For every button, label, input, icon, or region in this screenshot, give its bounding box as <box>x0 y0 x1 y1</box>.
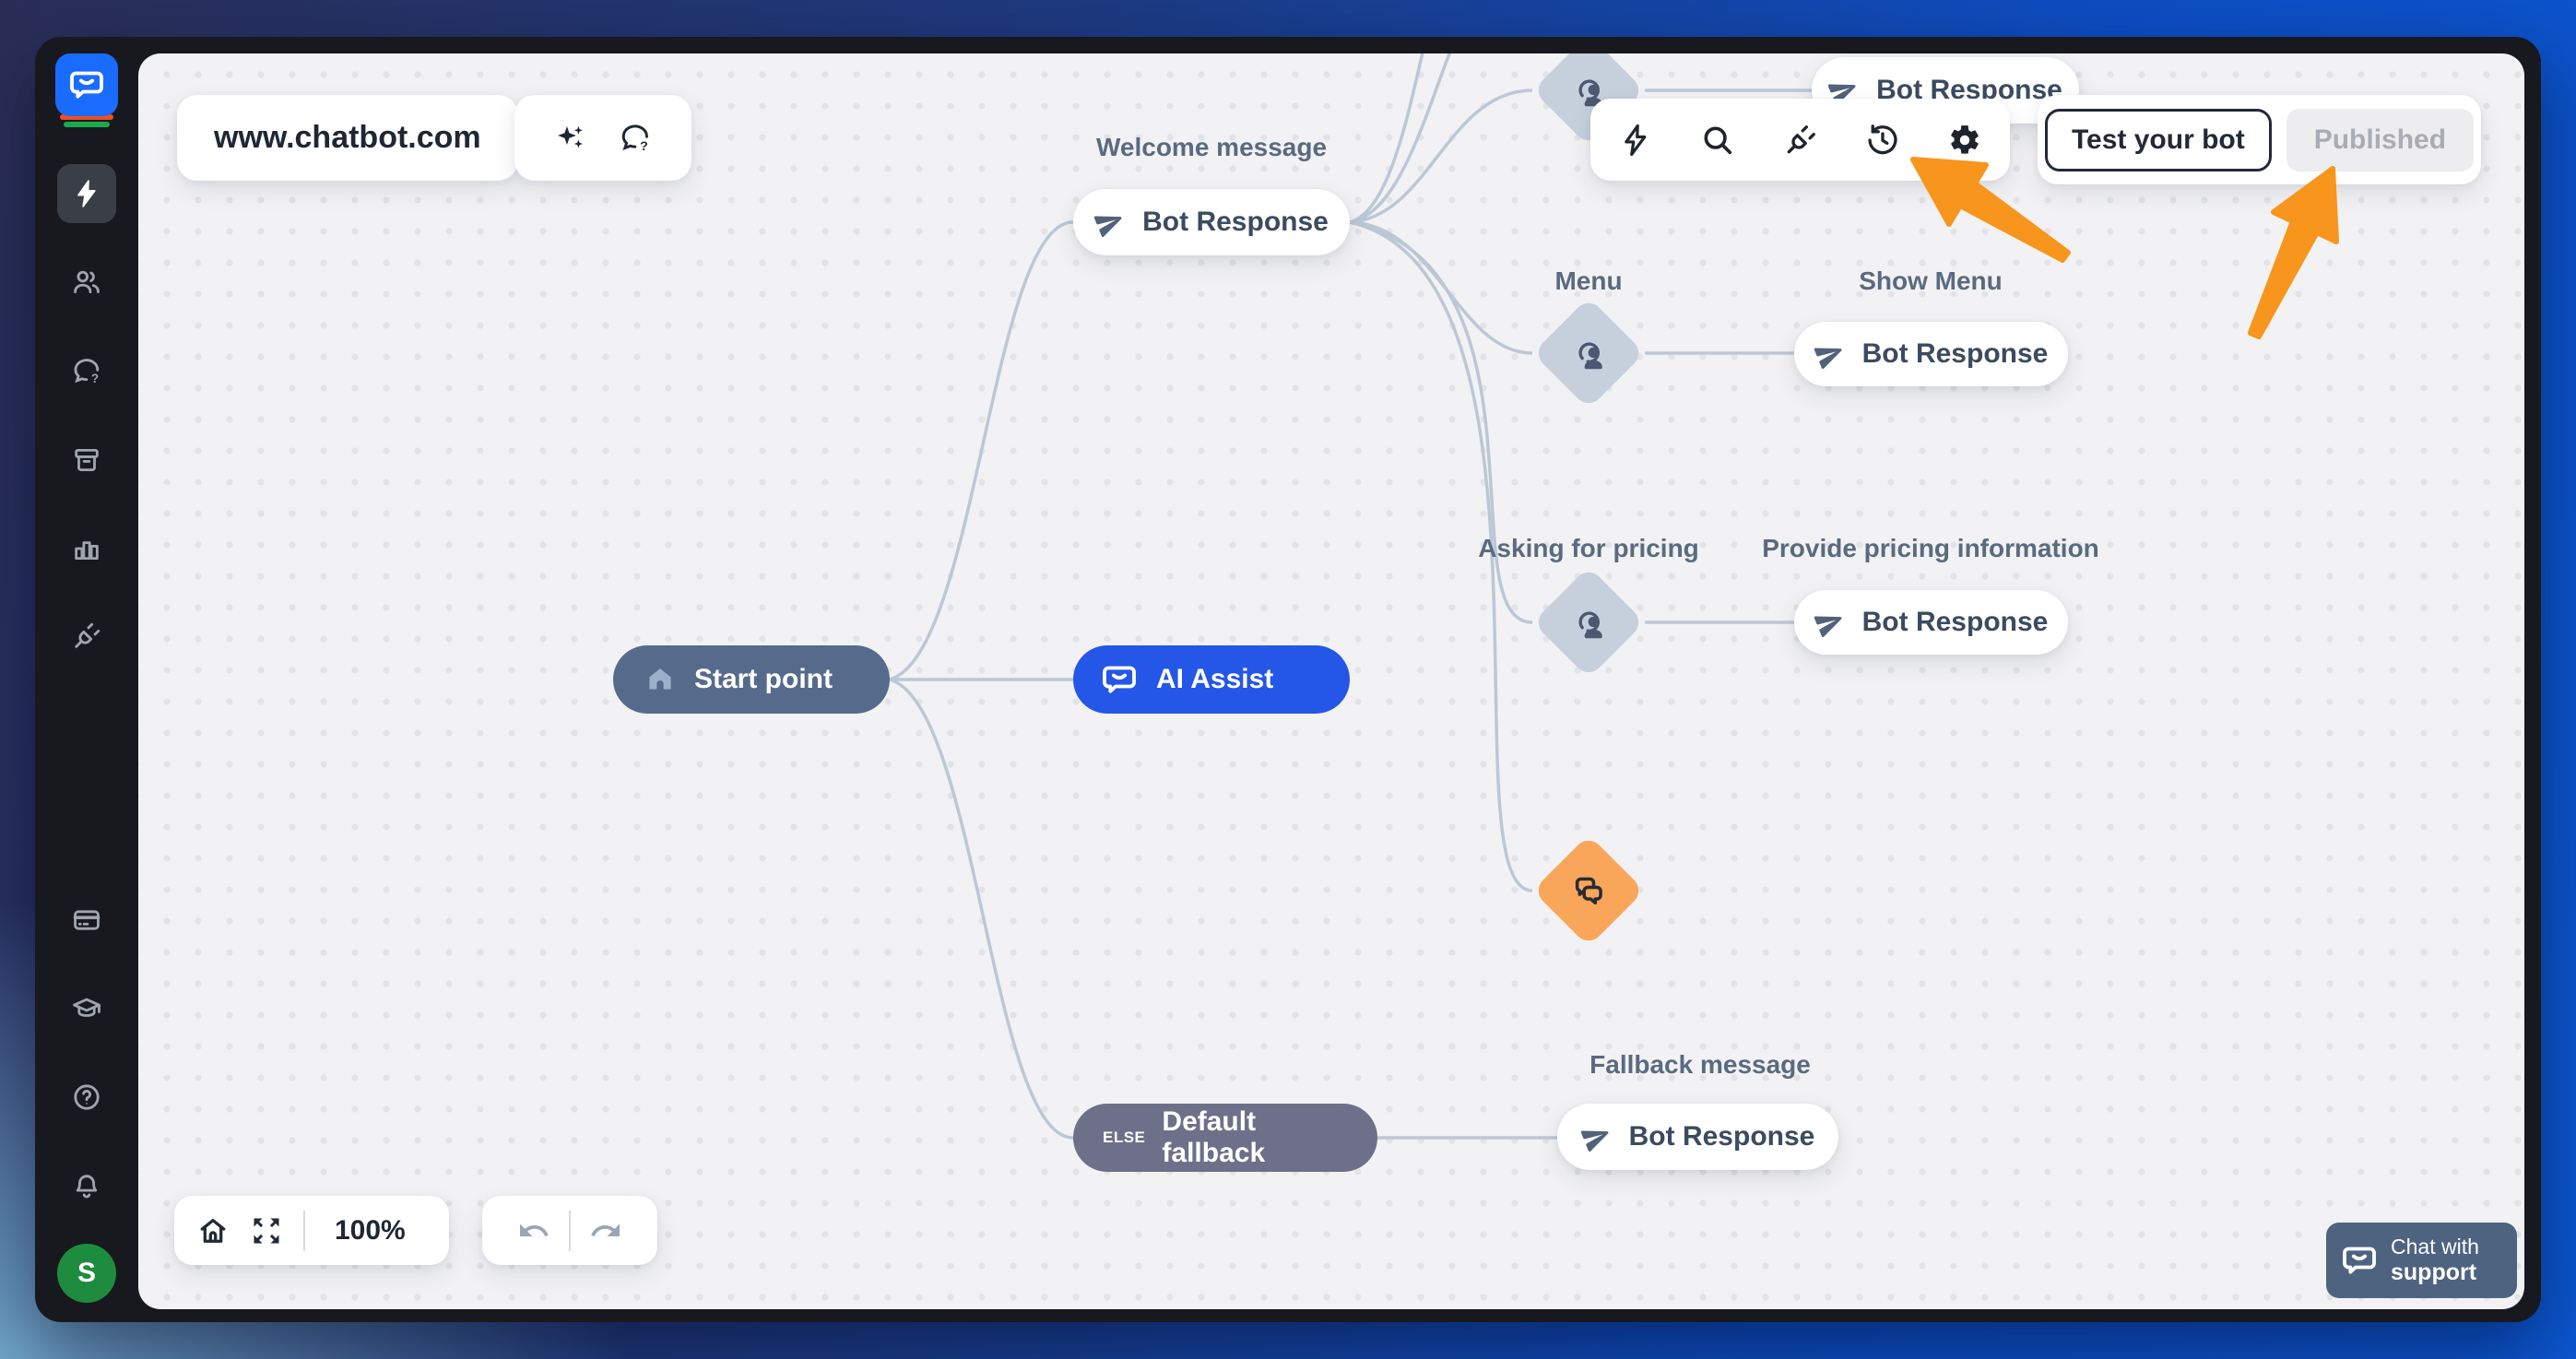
version-history-icon[interactable] <box>1865 123 1900 158</box>
chat-question-icon[interactable]: ? <box>619 122 652 155</box>
sidebar-item-help-chats[interactable]: ? <box>71 356 102 387</box>
flow-node-default-fallback[interactable]: ELSE Default fallback <box>1073 1104 1377 1172</box>
svg-text:?: ? <box>91 372 99 385</box>
node-label: Bot Response <box>1142 207 1329 237</box>
paper-plane-icon <box>1814 348 1842 370</box>
sidebar-item-billing[interactable] <box>71 904 102 936</box>
user-message-icon <box>1578 611 1602 639</box>
sidebar-item-archives[interactable] <box>71 444 102 476</box>
flow-node-bot-response-menu[interactable]: Bot Response <box>1794 322 2068 386</box>
sidebar-item-automation-active[interactable] <box>57 164 116 223</box>
paper-plane-icon <box>1580 1130 1609 1152</box>
ai-tools-pill: ? <box>514 95 691 181</box>
support-label: Chat with support <box>2391 1235 2479 1285</box>
users-icon <box>74 270 100 294</box>
logo-stripe-green <box>64 122 110 127</box>
published-status-badge: Published <box>2286 108 2475 171</box>
publish-actions: Test your bot Published <box>2038 95 2481 184</box>
sidebar-item-integrations[interactable] <box>71 620 102 652</box>
sidebar-item-chatbot-logo[interactable] <box>55 53 118 127</box>
flow-node-ai-assist[interactable]: AI Assist <box>1073 645 1350 714</box>
site-url: www.chatbot.com <box>214 120 481 155</box>
node-label: Bot Response <box>1628 1121 1815 1152</box>
sidebar-item-reports[interactable] <box>71 533 102 564</box>
else-badge: ELSE <box>1103 1129 1146 1146</box>
user-avatar[interactable]: S <box>57 1244 116 1303</box>
search-icon[interactable] <box>1700 123 1735 158</box>
plug-icon <box>75 622 100 648</box>
zoom-level: 100% <box>335 1214 406 1246</box>
divider <box>569 1210 571 1251</box>
user-message-icon <box>1578 342 1602 370</box>
caption-fallback-message: Fallback message <box>1589 1050 1811 1079</box>
home-view-icon[interactable] <box>196 1214 230 1247</box>
caption-provide-pricing-information: Provide pricing information <box>1762 534 2099 562</box>
caption-show-menu: Show Menu <box>1859 266 2003 295</box>
paper-plane-icon <box>1814 616 1842 638</box>
paper-plane-icon <box>1093 216 1122 238</box>
node-label: Bot Response <box>1861 607 2049 637</box>
sparkles-icon[interactable] <box>554 122 587 155</box>
avatar-initial: S <box>77 1258 96 1288</box>
node-label: Default fallback <box>1162 1106 1266 1168</box>
flow-canvas[interactable]: Bot Response Start point Welcome message… <box>138 53 2524 1309</box>
test-your-bot-button[interactable]: Test your bot <box>2044 108 2272 171</box>
bell-icon <box>76 1175 98 1199</box>
svg-text:?: ? <box>640 138 648 153</box>
node-label: AI Assist <box>1156 664 1274 694</box>
flash-icon[interactable] <box>1618 123 1653 158</box>
bar-chart-icon <box>75 541 99 561</box>
flow-node-bot-response-welcome[interactable]: Bot Response <box>1073 189 1350 255</box>
fit-to-screen-icon[interactable] <box>250 1214 283 1247</box>
help-circle-icon <box>74 1084 100 1110</box>
archive-icon <box>75 448 99 472</box>
sidebar: ? S <box>35 37 138 1322</box>
sidebar-item-users[interactable] <box>71 266 102 298</box>
home-icon <box>649 668 671 690</box>
chatbot-logo-icon <box>55 53 118 116</box>
canvas-view-controls: 100% <box>174 1196 449 1265</box>
credit-card-icon <box>73 910 100 930</box>
integrations-plug-icon[interactable] <box>1783 123 1818 158</box>
site-url-pill[interactable]: www.chatbot.com <box>177 95 518 181</box>
chatbot-bubble-icon <box>1103 666 1136 693</box>
support-line2: support <box>2391 1259 2477 1285</box>
caption-welcome-message: Welcome message <box>1095 133 1328 161</box>
node-label: Start point <box>694 664 833 694</box>
chatbot-bubble-icon <box>2343 1247 2376 1274</box>
flow-node-start-point[interactable]: Start point <box>613 645 890 714</box>
support-line1: Chat with <box>2391 1235 2479 1259</box>
redo-icon[interactable] <box>589 1214 622 1247</box>
app-window: ? S Bot Response Start point Welcome mes… <box>35 37 2541 1322</box>
settings-gear-icon[interactable] <box>1947 123 1982 158</box>
chat-question-icon: ? <box>74 359 100 385</box>
history-controls <box>482 1196 657 1265</box>
divider <box>303 1210 305 1251</box>
undo-icon[interactable] <box>517 1214 550 1247</box>
graduation-cap-icon <box>73 998 100 1017</box>
caption-menu: Menu <box>1554 266 1623 295</box>
node-label: Bot Response <box>1861 338 2049 369</box>
chat-bubbles-icon <box>1575 877 1602 904</box>
sidebar-item-notifications[interactable] <box>71 1171 102 1202</box>
canvas-toolbar <box>1590 99 2010 181</box>
chat-with-support-button[interactable]: Chat with support <box>2326 1223 2517 1298</box>
caption-asking-for-pricing: Asking for pricing <box>1478 534 1699 562</box>
flow-node-bot-response-pricing[interactable]: Bot Response <box>1794 590 2068 655</box>
flash-icon <box>77 180 96 207</box>
flow-node-bot-response-fallback[interactable]: Bot Response <box>1557 1104 1838 1170</box>
sidebar-item-academy[interactable] <box>71 993 102 1024</box>
sidebar-item-help[interactable] <box>71 1081 102 1113</box>
